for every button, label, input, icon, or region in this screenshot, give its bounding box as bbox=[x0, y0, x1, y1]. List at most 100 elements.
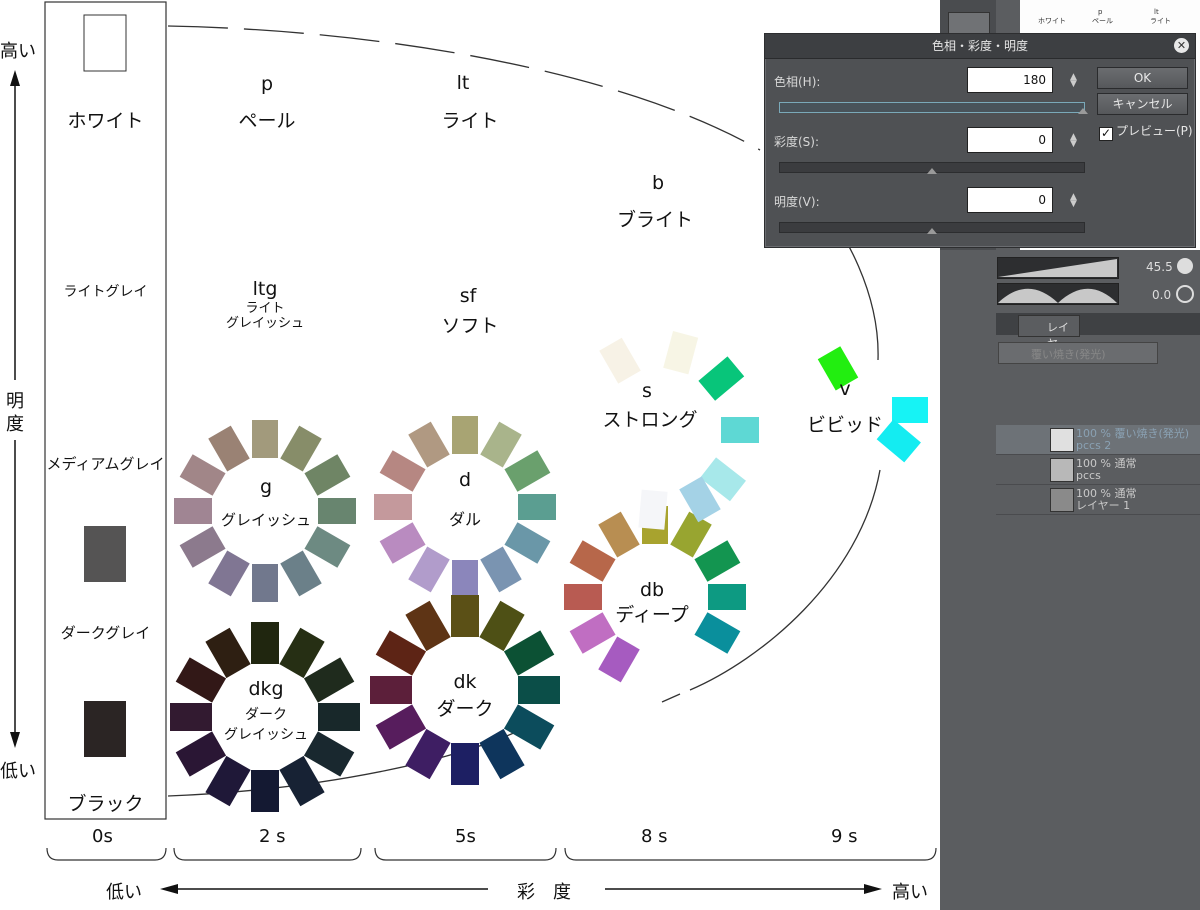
saturation-arrow-head-right bbox=[864, 884, 882, 894]
ok-button[interactable]: OK bbox=[1097, 67, 1188, 89]
dark-gray-swatch bbox=[84, 526, 126, 582]
hue-input[interactable]: 180 bbox=[967, 67, 1053, 93]
tone-arc-lower-dash bbox=[661, 693, 681, 703]
tone-dkg-name-2: グレイッシュ bbox=[224, 727, 308, 743]
saturation-label: 彩度(S): bbox=[774, 135, 820, 149]
value-slider[interactable] bbox=[779, 222, 1085, 234]
tone-db-name: ディープ bbox=[615, 604, 689, 626]
black-label: ブラック bbox=[67, 793, 144, 815]
light-gray-label: ライトグレイ bbox=[63, 284, 148, 300]
saturation-tick-0s: 0s bbox=[92, 826, 113, 847]
bracket-0s bbox=[46, 847, 167, 861]
brush-pressure-value: 0.0 bbox=[1152, 288, 1172, 302]
wheel-dkg-swatch-7 bbox=[251, 770, 279, 812]
wheel-s-swatch-4 bbox=[721, 417, 759, 443]
bracket-2s bbox=[173, 847, 362, 861]
wheel-db-swatch-9 bbox=[569, 540, 616, 582]
tone-sf-code: sf bbox=[459, 285, 477, 307]
blend-mode-value: 覆い焼き(発光) bbox=[1031, 348, 1106, 361]
saturation-input[interactable]: 0 bbox=[967, 127, 1053, 153]
tone-v-code: v bbox=[839, 378, 851, 400]
tone-b-code: b bbox=[651, 172, 665, 194]
wheel-db-swatch-6 bbox=[598, 636, 640, 683]
tone-sf-name: ソフト bbox=[441, 315, 499, 337]
layer-tools-row-2[interactable] bbox=[998, 398, 1198, 424]
tone-p-code: p bbox=[260, 73, 274, 95]
brush-pressure-curve bbox=[998, 288, 1117, 303]
wheel-d-swatch-1 bbox=[452, 416, 478, 454]
preview-checkbox[interactable]: ✓ プレビュー(P) bbox=[1099, 122, 1193, 141]
value-input[interactable]: 0 bbox=[967, 187, 1053, 213]
blend-mode-select[interactable]: 覆い焼き(発光) bbox=[998, 342, 1158, 364]
brush-size-curve bbox=[998, 259, 1117, 277]
wheel-g-swatch-11 bbox=[179, 454, 226, 496]
layer-row[interactable]: 100 % 通常 レイヤー 1 bbox=[996, 485, 1200, 515]
brightness-axis-label-2: 度 bbox=[6, 414, 24, 435]
saturation-arrow-head-left bbox=[160, 884, 178, 894]
wheel-g-swatch-5 bbox=[304, 526, 351, 568]
wheel-g-swatch-2 bbox=[280, 425, 322, 472]
hue-slider-thumb[interactable] bbox=[1078, 108, 1088, 114]
wheel-v-swatch-2 bbox=[892, 397, 928, 423]
wheel-s-swatch-1 bbox=[599, 337, 641, 384]
zoom-icon[interactable] bbox=[1177, 258, 1193, 274]
layer-row[interactable]: 100 % 通常 pccs bbox=[996, 455, 1200, 485]
tone-dk-code: dk bbox=[453, 671, 477, 693]
wheel-dkg-swatch-1 bbox=[251, 622, 279, 664]
tone-lt-name: ライト bbox=[441, 110, 499, 132]
thumb-lt-code: lt bbox=[1154, 8, 1159, 16]
brightness-high-label: 高い bbox=[0, 41, 36, 62]
black-swatch bbox=[84, 701, 126, 757]
saturation-axis-label: 彩 度 bbox=[517, 882, 571, 903]
wheel-d-swatch-2 bbox=[480, 421, 522, 468]
close-icon[interactable]: ✕ bbox=[1174, 38, 1189, 53]
layer-row[interactable]: 100 % 覆い焼き(発光) pccs 2 bbox=[996, 425, 1200, 455]
brightness-low-label: 低い bbox=[0, 761, 36, 782]
wheel-db-swatch-2 bbox=[670, 511, 712, 558]
hue-slider[interactable] bbox=[779, 102, 1088, 114]
wheel-d-swatch-12 bbox=[408, 421, 450, 468]
wheel-s-swatch-7 bbox=[638, 489, 668, 530]
value-label: 明度(V): bbox=[774, 195, 820, 209]
saturation-spinner-icon[interactable]: ▲ ▼ bbox=[1070, 133, 1077, 149]
value-slider-thumb[interactable] bbox=[927, 228, 937, 234]
tone-g-name: グレイッシュ bbox=[220, 511, 311, 529]
tone-arc-lower bbox=[689, 469, 881, 691]
thumb-white-label: ホワイト bbox=[1038, 17, 1066, 25]
saturation-slider-thumb[interactable] bbox=[927, 168, 937, 174]
layer-tools-row[interactable] bbox=[998, 368, 1198, 394]
tone-ltg-code: ltg bbox=[252, 278, 278, 300]
wheel-d-swatch-7 bbox=[452, 560, 478, 598]
layer-thumbnail bbox=[1050, 428, 1074, 452]
cancel-button[interactable]: キャンセル bbox=[1097, 93, 1188, 115]
tone-s-name: ストロング bbox=[602, 409, 698, 431]
value-spinner-icon[interactable]: ▲ ▼ bbox=[1070, 193, 1077, 209]
hue-spinner-icon[interactable]: ▲ ▼ bbox=[1070, 73, 1077, 89]
wheel-db-swatch-4 bbox=[708, 584, 746, 610]
tone-db-code: db bbox=[639, 579, 665, 601]
layer-tab[interactable]: レイヤー bbox=[1018, 315, 1080, 350]
wheel-d-swatch-4 bbox=[518, 494, 556, 520]
brush-size-slider[interactable] bbox=[997, 257, 1119, 279]
saturation-low-label: 低い bbox=[106, 882, 142, 903]
layer-thumbnail bbox=[1050, 488, 1074, 512]
tone-g-code: g bbox=[259, 476, 273, 498]
wheel-db-swatch-3 bbox=[694, 540, 741, 582]
reset-icon[interactable] bbox=[1176, 285, 1194, 303]
saturation-slider[interactable] bbox=[779, 162, 1085, 174]
saturation-tick-9s: 9 s bbox=[831, 826, 858, 847]
brush-pressure-slider[interactable] bbox=[997, 283, 1119, 305]
brightness-arrow-head-down bbox=[10, 732, 20, 748]
dialog-title-bar[interactable]: 色相・彩度・明度 ✕ bbox=[765, 34, 1195, 59]
wheel-d-swatch-6 bbox=[480, 546, 522, 593]
wheel-g-swatch-1 bbox=[252, 420, 278, 458]
white-label: ホワイト bbox=[67, 110, 144, 132]
brightness-arrow-head-up bbox=[10, 70, 20, 86]
thumb-lt-name: ライト bbox=[1150, 17, 1171, 25]
tone-v-name: ビビッド bbox=[806, 414, 883, 436]
wheel-s-swatch-3 bbox=[698, 356, 745, 401]
wheel-g-swatch-3 bbox=[304, 454, 351, 496]
wheel-dk-swatch-4 bbox=[518, 676, 560, 704]
tone-dk-name: ダーク bbox=[436, 698, 494, 720]
check-icon[interactable]: ✓ bbox=[1099, 127, 1113, 141]
